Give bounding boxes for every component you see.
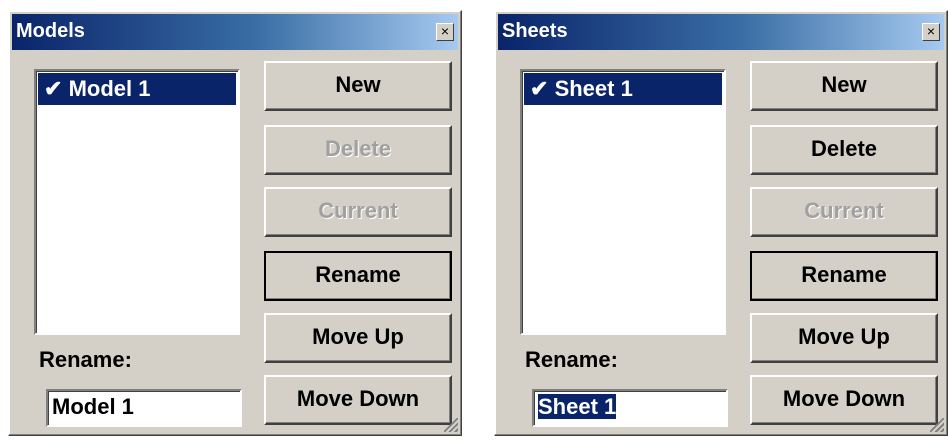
new-button[interactable]: New — [750, 61, 938, 111]
models-title: Models — [16, 20, 85, 42]
current-button[interactable]: Current — [264, 187, 452, 237]
rename-label: Rename: — [525, 347, 618, 372]
delete-button[interactable]: Delete — [264, 125, 452, 175]
models-dialog: Models × ✔ Model 1 New Delete Current Re… — [8, 10, 462, 436]
list-item-label: Model 1 — [68, 76, 151, 101]
sheets-list[interactable]: ✔ Sheet 1 — [520, 69, 726, 335]
rename-input-value: Model 1 — [52, 394, 134, 419]
rename-input[interactable]: Sheet 1 — [532, 389, 728, 427]
sheets-titlebar[interactable]: Sheets × — [498, 14, 944, 50]
rename-button[interactable]: Rename — [750, 251, 938, 301]
list-item[interactable]: ✔ Model 1 — [38, 73, 236, 105]
move-up-button[interactable]: Move Up — [750, 313, 938, 363]
move-up-button[interactable]: Move Up — [264, 313, 452, 363]
new-button[interactable]: New — [264, 61, 452, 111]
move-down-button[interactable]: Move Down — [264, 375, 452, 425]
rename-button[interactable]: Rename — [264, 251, 452, 301]
current-button[interactable]: Current — [750, 187, 938, 237]
close-icon[interactable]: × — [922, 23, 940, 41]
models-titlebar[interactable]: Models × — [12, 14, 458, 50]
close-icon[interactable]: × — [436, 23, 454, 41]
rename-input[interactable]: Model 1 — [46, 389, 242, 427]
list-item[interactable]: ✔ Sheet 1 — [524, 73, 722, 105]
rename-input-value: Sheet 1 — [538, 394, 617, 419]
rename-label: Rename: — [39, 347, 132, 372]
delete-button[interactable]: Delete — [750, 125, 938, 175]
sheets-dialog: Sheets × ✔ Sheet 1 New Delete Current Re… — [494, 10, 948, 436]
resize-grip-icon[interactable] — [444, 418, 458, 432]
sheets-title: Sheets — [502, 20, 568, 42]
models-list[interactable]: ✔ Model 1 — [34, 69, 240, 335]
resize-grip-icon[interactable] — [930, 418, 944, 432]
check-icon: ✔ — [530, 76, 549, 101]
list-item-label: Sheet 1 — [554, 76, 633, 101]
move-down-button[interactable]: Move Down — [750, 375, 938, 425]
check-icon: ✔ — [44, 76, 63, 101]
